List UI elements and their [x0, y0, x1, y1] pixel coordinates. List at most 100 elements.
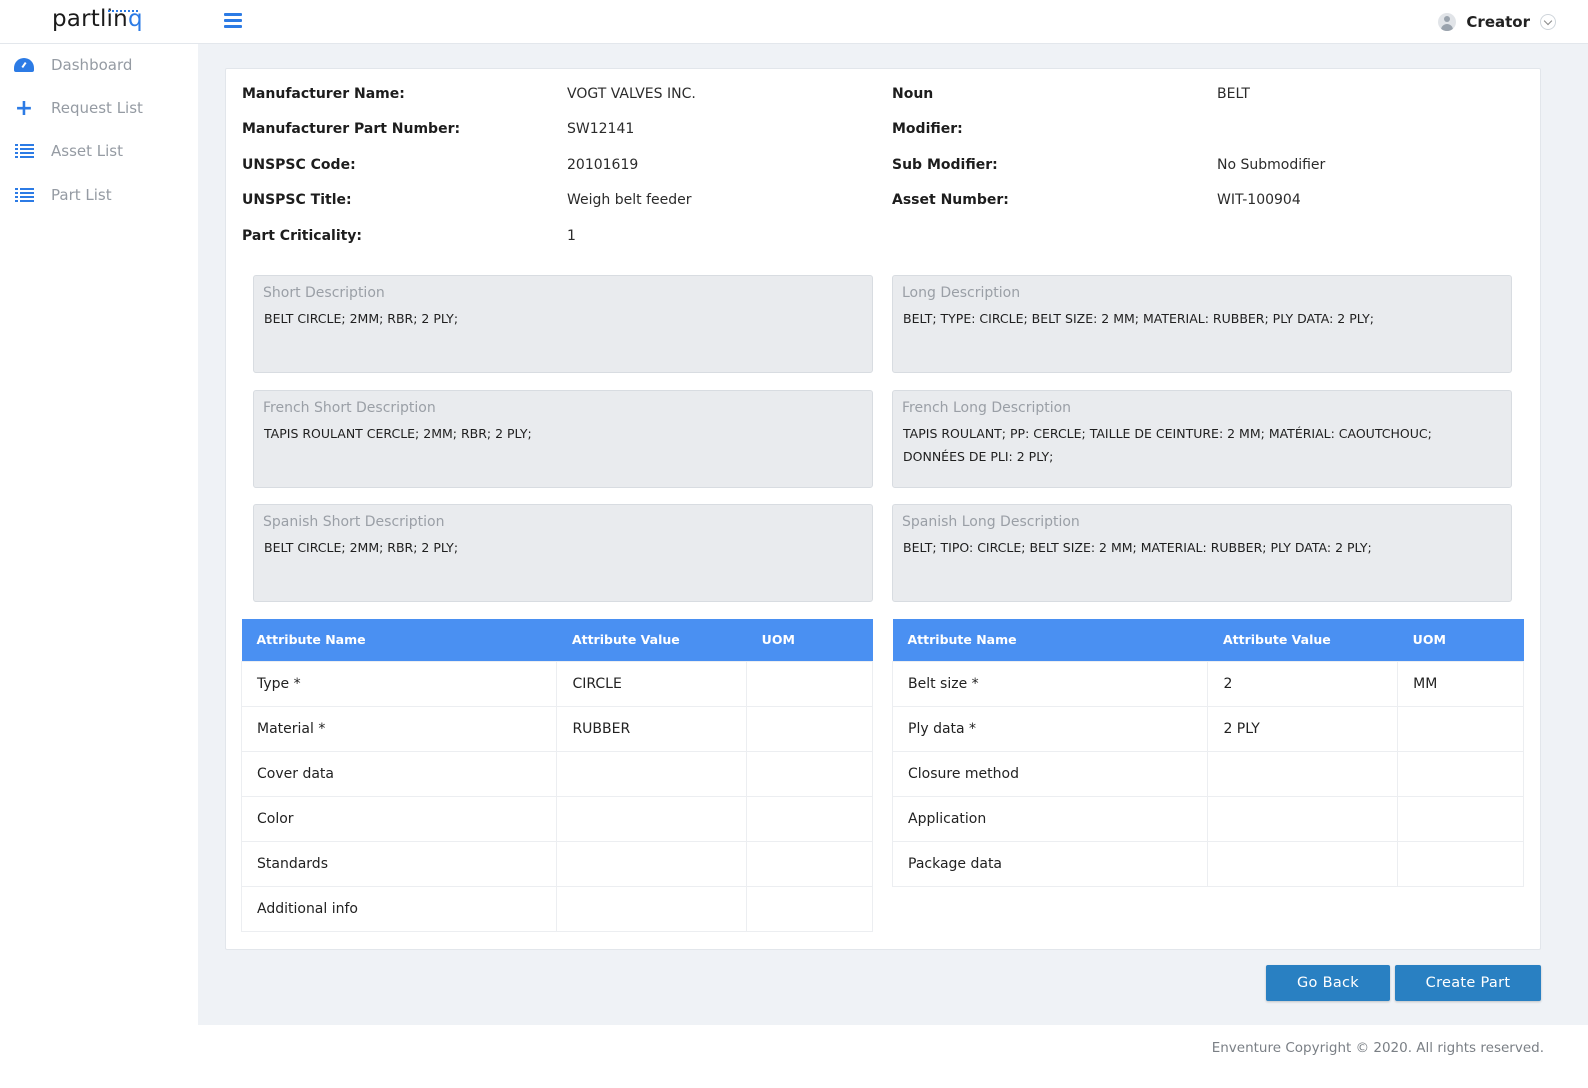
short-description-field[interactable]: Short Description BELT CIRCLE; 2MM; RBR;…: [253, 275, 873, 373]
column-header-attribute-name: Attribute Name: [892, 619, 1208, 661]
menu-toggle-icon[interactable]: [224, 13, 242, 29]
attribute-value-cell[interactable]: RUBBER: [556, 705, 748, 752]
chevron-down-icon[interactable]: [1540, 14, 1556, 30]
plus-icon: +: [14, 95, 34, 121]
attribute-name-cell: Type *: [240, 660, 558, 707]
table-row: Belt size * 2 MM: [891, 660, 1524, 707]
detail-value: BELT: [1217, 86, 1250, 102]
detail-label: Sub Modifier:: [892, 157, 998, 173]
uom-cell[interactable]: MM: [1397, 660, 1524, 707]
sidebar-item-label: Asset List: [51, 142, 123, 160]
table-header-row: Attribute Name Attribute Value UOM: [241, 619, 873, 661]
attribute-value-cell[interactable]: [556, 750, 748, 797]
attribute-value-cell[interactable]: 2: [1207, 660, 1399, 707]
attribute-value-cell[interactable]: 2 PLY: [1207, 705, 1399, 752]
user-menu[interactable]: Creator: [1438, 11, 1556, 33]
sidebar-item-asset-list[interactable]: Asset List: [0, 131, 198, 171]
field-value: TAPIS ROULANT CERCLE; 2MM; RBR; 2 PLY;: [264, 426, 532, 441]
detail-label: Manufacturer Part Number:: [242, 121, 461, 137]
sidebar-item-request-list[interactable]: + Request List: [0, 88, 198, 128]
attribute-value-cell[interactable]: [1207, 795, 1399, 842]
table-row: Type * CIRCLE: [240, 660, 873, 707]
top-bar: partlinq Creator: [0, 0, 1588, 44]
spanish-short-description-field[interactable]: Spanish Short Description BELT CIRCLE; 2…: [253, 504, 873, 602]
table-row: Cover data: [240, 750, 873, 797]
detail-label: UNSPSC Code:: [242, 157, 356, 173]
detail-label: Noun: [892, 86, 934, 102]
attribute-value-cell[interactable]: [556, 840, 748, 887]
column-header-attribute-value: Attribute Value: [556, 619, 747, 661]
uom-cell[interactable]: [746, 750, 873, 797]
main-content: Manufacturer Name: VOGT VALVES INC. Manu…: [198, 44, 1588, 1025]
field-label: French Long Description: [902, 400, 1072, 416]
detail-label: Manufacturer Name:: [242, 86, 405, 102]
table-row: Standards: [240, 840, 873, 887]
list-icon: [14, 141, 34, 161]
uom-cell[interactable]: [746, 795, 873, 842]
attribute-table-left: Attribute Name Attribute Value UOM Type …: [240, 619, 873, 932]
long-description-field[interactable]: Long Description BELT; TYPE: CIRCLE; BEL…: [892, 275, 1512, 373]
detail-label: UNSPSC Title:: [242, 192, 352, 208]
uom-cell[interactable]: [746, 840, 873, 887]
table-row: Closure method: [891, 750, 1524, 797]
field-value: BELT; TIPO: CIRCLE; BELT SIZE: 2 MM; MAT…: [903, 540, 1372, 555]
attribute-value-cell[interactable]: [1207, 750, 1399, 797]
attribute-name-cell: Belt size *: [891, 660, 1209, 707]
uom-cell[interactable]: [1397, 840, 1524, 887]
dashboard-icon: [14, 55, 34, 75]
attribute-name-cell: Ply data *: [891, 705, 1209, 752]
list-icon: [14, 185, 34, 205]
table-row: Color: [240, 795, 873, 842]
column-header-attribute-name: Attribute Name: [241, 619, 557, 661]
detail-value: No Submodifier: [1217, 157, 1326, 173]
detail-label: Part Criticality:: [242, 228, 363, 244]
go-back-button[interactable]: Go Back: [1266, 965, 1390, 1001]
detail-value: 20101619: [567, 157, 639, 173]
spanish-long-description-field[interactable]: Spanish Long Description BELT; TIPO: CIR…: [892, 504, 1512, 602]
french-short-description-field[interactable]: French Short Description TAPIS ROULANT C…: [253, 390, 873, 488]
attribute-name-cell: Additional info: [240, 885, 558, 932]
user-name: Creator: [1466, 13, 1530, 31]
table-row: Material * RUBBER: [240, 705, 873, 752]
french-long-description-field[interactable]: French Long Description TAPIS ROULANT; P…: [892, 390, 1512, 488]
uom-cell[interactable]: [1397, 750, 1524, 797]
table-row: Package data: [891, 840, 1524, 887]
sidebar-item-label: Part List: [51, 186, 112, 204]
table-row: Ply data * 2 PLY: [891, 705, 1524, 752]
column-header-attribute-value: Attribute Value: [1207, 619, 1398, 661]
footer-copyright: Enventure Copyright © 2020. All rights r…: [1211, 1040, 1544, 1056]
field-label: Short Description: [263, 285, 385, 301]
detail-value: Weigh belt feeder: [567, 192, 692, 208]
detail-value: VOGT VALVES INC.: [567, 86, 696, 102]
field-value: TAPIS ROULANT; PP: CERCLE; TAILLE DE CEI…: [903, 426, 1432, 464]
attribute-value-cell[interactable]: [556, 795, 748, 842]
uom-cell[interactable]: [746, 660, 873, 707]
detail-value: 1: [567, 228, 576, 244]
field-label: Spanish Short Description: [263, 514, 445, 530]
attribute-name-cell: Color: [240, 795, 558, 842]
field-value: BELT CIRCLE; 2MM; RBR; 2 PLY;: [264, 311, 459, 326]
sidebar-item-dashboard[interactable]: Dashboard: [0, 45, 198, 85]
table-header-row: Attribute Name Attribute Value UOM: [892, 619, 1524, 661]
sidebar-item-part-list[interactable]: Part List: [0, 175, 198, 215]
partlinq-logo[interactable]: partlinq: [52, 6, 143, 38]
attribute-value-cell[interactable]: CIRCLE: [556, 660, 748, 707]
field-label: Spanish Long Description: [902, 514, 1080, 530]
detail-label: Asset Number:: [892, 192, 1009, 208]
detail-value: SW12141: [567, 121, 635, 137]
uom-cell[interactable]: [1397, 705, 1524, 752]
create-part-button[interactable]: Create Part: [1395, 965, 1541, 1001]
attribute-value-cell[interactable]: [1207, 840, 1399, 887]
user-avatar-icon: [1438, 13, 1457, 31]
table-row: Additional info: [240, 885, 873, 932]
attribute-value-cell[interactable]: [556, 885, 748, 932]
attribute-name-cell: Application: [891, 795, 1209, 842]
uom-cell[interactable]: [1397, 795, 1524, 842]
logo-dots-decoration: [108, 10, 138, 13]
detail-value: WIT-100904: [1217, 192, 1301, 208]
uom-cell[interactable]: [746, 705, 873, 752]
field-label: Long Description: [902, 285, 1021, 301]
attribute-name-cell: Material *: [240, 705, 558, 752]
uom-cell[interactable]: [746, 885, 873, 932]
attribute-name-cell: Package data: [891, 840, 1209, 887]
